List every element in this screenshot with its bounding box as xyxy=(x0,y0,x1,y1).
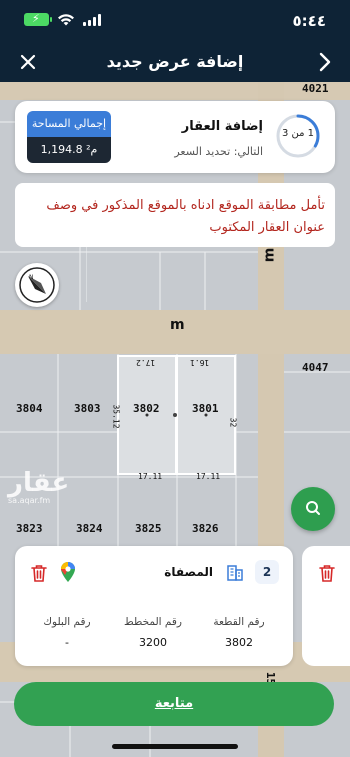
property-card-next[interactable] xyxy=(302,546,350,666)
dimension-label: 16.1 xyxy=(190,358,210,367)
area-badge: إجمالي المساحة 1,194.8 م² xyxy=(27,111,111,163)
home-indicator xyxy=(112,744,238,749)
dimension-label: 17.2 xyxy=(136,358,156,367)
page-title: إضافة عرض جديد xyxy=(106,52,244,71)
area-label: إجمالي المساحة xyxy=(27,111,111,137)
step-card: 1 من 3 إضافة العقار التالي: تحديد السعر … xyxy=(15,101,335,173)
google-maps-pin-icon[interactable] xyxy=(61,562,75,582)
map-label-4047: 4047 xyxy=(302,361,329,374)
step-title: إضافة العقار xyxy=(181,119,263,134)
building-icon xyxy=(227,565,243,581)
map-label-3823: 3823 xyxy=(16,522,43,535)
chevron-right-icon[interactable] xyxy=(314,50,336,74)
dimension-label: 17.11 xyxy=(196,472,221,481)
delete-icon[interactable] xyxy=(31,564,47,582)
map-label-3802: 3802 xyxy=(133,402,160,415)
status-time: ٥:٤٤ xyxy=(292,12,326,30)
aqar-watermark: عقار sa.aqar.fm xyxy=(8,468,70,505)
map-label-3803: 3803 xyxy=(74,402,101,415)
dimension-label: 17.11 xyxy=(138,472,163,481)
property-index: 2 xyxy=(255,560,279,584)
map-label-3801: 3801 xyxy=(192,402,219,415)
search-fab[interactable] xyxy=(291,487,335,531)
street-label: m xyxy=(170,317,185,333)
map-label-3826: 3826 xyxy=(192,522,219,535)
signal-icon xyxy=(83,13,101,26)
nav-bar: إضافة عرض جديد xyxy=(0,42,350,82)
location-warning: تأمل مطابقة الموقع ادناه بالموقع المذكور… xyxy=(15,183,335,247)
map-label-3804: 3804 xyxy=(16,402,43,415)
status-bar: ٥:٤٤ ⚡ xyxy=(0,0,350,42)
map-label-4021: 4021 xyxy=(302,82,329,95)
district-name: المصفاة xyxy=(164,565,213,579)
plot-number: رقم القطعة 3802 xyxy=(213,616,265,649)
plan-number: رقم المخطط 3200 xyxy=(124,616,182,649)
battery-icon: ⚡ xyxy=(24,12,52,26)
property-card[interactable]: 2 المصفاة رقم القطعة 3802 رقم المخطط 320… xyxy=(15,546,293,666)
svg-text:N: N xyxy=(29,274,34,281)
area-value: 1,194.8 م² xyxy=(27,137,111,163)
dimension-label: 32 xyxy=(228,417,238,428)
compass-icon: N xyxy=(19,267,55,303)
wifi-icon xyxy=(58,13,74,25)
delete-icon[interactable] xyxy=(319,564,335,582)
block-number: رقم البلوك - xyxy=(43,616,91,649)
street-label: m xyxy=(261,247,278,263)
system-icons: ⚡ xyxy=(24,12,101,26)
app-header: ٥:٤٤ ⚡ إضافة عرض جديد xyxy=(0,0,350,82)
search-icon xyxy=(306,501,320,515)
compass-button[interactable]: N xyxy=(15,263,59,307)
map-label-3824: 3824 xyxy=(76,522,103,535)
step-next: التالي: تحديد السعر xyxy=(174,145,263,158)
map-label-3825: 3825 xyxy=(135,522,162,535)
continue-button[interactable]: متابعة xyxy=(14,682,334,726)
progress-text: 1 من 3 xyxy=(281,128,315,139)
dimension-label: 35.12 xyxy=(111,404,121,429)
